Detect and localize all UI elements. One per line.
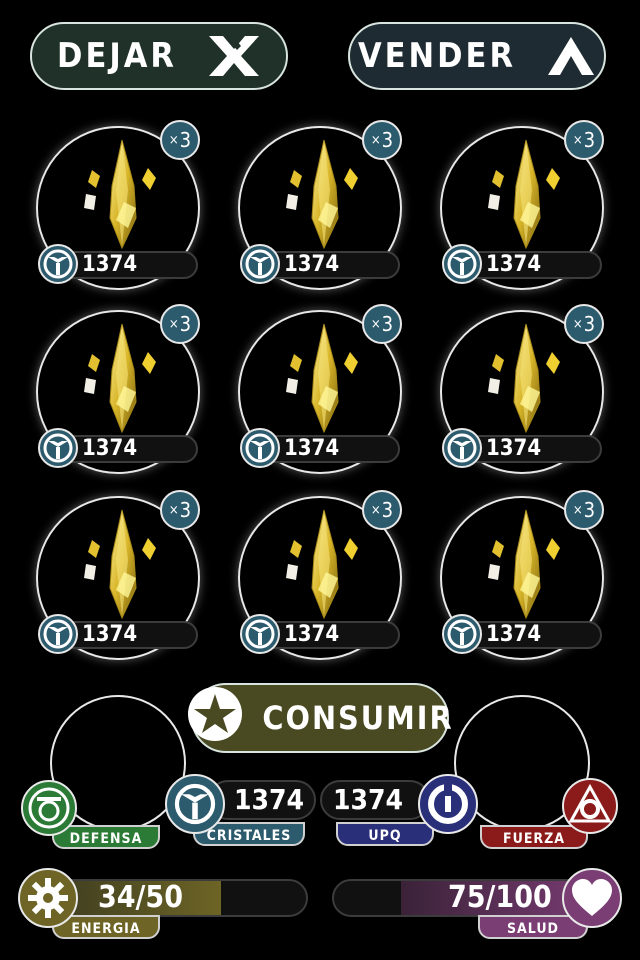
energy-label: ENERGIA [71,921,141,937]
strength-label: FUERZA [502,831,566,847]
quantity-value: 3 [583,498,596,522]
inventory-slot-6[interactable]: × 3 1374 [440,304,610,480]
inventory-slot-7[interactable]: × 3 1374 [36,490,206,666]
quantity-badge: × 3 [160,120,200,160]
crystal-emblem-icon [442,614,482,654]
gold-crystal-icon [480,138,570,254]
upq-label: UPQ [368,828,402,844]
health-label: SALUD [506,921,560,937]
inventory-slot-5[interactable]: × 3 1374 [238,304,408,480]
x-icon [207,34,261,78]
upq-value-box: 1374 [320,780,430,820]
slot-value: 1374 [284,622,340,647]
quantity-badge: × 3 [160,304,200,344]
lock-ring-icon [418,774,478,834]
slot-value: 1374 [284,252,340,277]
consume-button[interactable]: CONSUMIR [188,683,452,753]
slot-value: 1374 [284,436,340,461]
consume-label: CONSUMIR [262,699,454,737]
star-icon [186,685,244,751]
quantity-badge: × 3 [564,120,604,160]
slot-value: 1374 [486,622,542,647]
energy-value: 34/50 [98,880,183,915]
gold-crystal-icon [76,138,166,254]
gold-crystal-icon [278,508,368,624]
crystal-emblem-icon [38,614,78,654]
crystal-emblem-icon [240,428,280,468]
crystal-emblem-icon [38,428,78,468]
chevron-up-icon [546,35,596,77]
quantity-value: 3 [179,498,192,522]
gold-crystal-icon [278,322,368,438]
crystals-label: CRISTALES [206,828,292,844]
gold-crystal-icon [480,508,570,624]
quantity-badge: × 3 [160,490,200,530]
inventory-slot-4[interactable]: × 3 1374 [36,304,206,480]
crystal-emblem-icon [240,244,280,284]
health-value: 75/100 [448,880,552,915]
inventory-slot-8[interactable]: × 3 1374 [238,490,408,666]
sell-button-label: VENDER [357,36,517,76]
sell-button[interactable]: VENDER [348,22,606,90]
inventory-slot-1[interactable]: × 3 1374 [36,120,206,296]
crystal-emblem-icon [442,428,482,468]
quantity-value: 3 [381,128,394,152]
leave-button-label: DEJAR [57,36,177,76]
quantity-value: 3 [179,128,192,152]
quantity-value: 3 [583,312,596,336]
gold-crystal-icon [76,322,166,438]
leave-button[interactable]: DEJAR [30,22,288,90]
defense-label: DEFENSA [69,831,143,847]
inventory-slot-2[interactable]: × 3 1374 [238,120,408,296]
slot-value: 1374 [486,252,542,277]
upq-value: 1374 [332,783,404,816]
upq-tag: UPQ [336,822,434,846]
crystal-emblem-icon [165,774,225,834]
gold-crystal-icon [480,322,570,438]
quantity-badge: × 3 [362,490,402,530]
quantity-badge: × 3 [564,490,604,530]
heart-icon [562,868,622,928]
gold-crystal-icon [76,508,166,624]
quantity-value: 3 [381,498,394,522]
quantity-value: 3 [583,128,596,152]
gear-icon [18,868,78,928]
gold-crystal-icon [278,138,368,254]
crystal-emblem-icon [240,614,280,654]
triangle-circle-icon [562,778,618,834]
slot-value: 1374 [82,436,138,461]
slot-value: 1374 [82,252,138,277]
quantity-badge: × 3 [362,120,402,160]
shield-ring-icon [21,780,77,836]
crystal-emblem-icon [442,244,482,284]
crystals-value: 1374 [233,783,305,816]
inventory-slot-9[interactable]: × 3 1374 [440,490,610,666]
slot-value: 1374 [486,436,542,461]
quantity-badge: × 3 [362,304,402,344]
slot-value: 1374 [82,622,138,647]
crystal-emblem-icon [38,244,78,284]
quantity-badge: × 3 [564,304,604,344]
quantity-value: 3 [381,312,394,336]
inventory-slot-3[interactable]: × 3 1374 [440,120,610,296]
quantity-value: 3 [179,312,192,336]
